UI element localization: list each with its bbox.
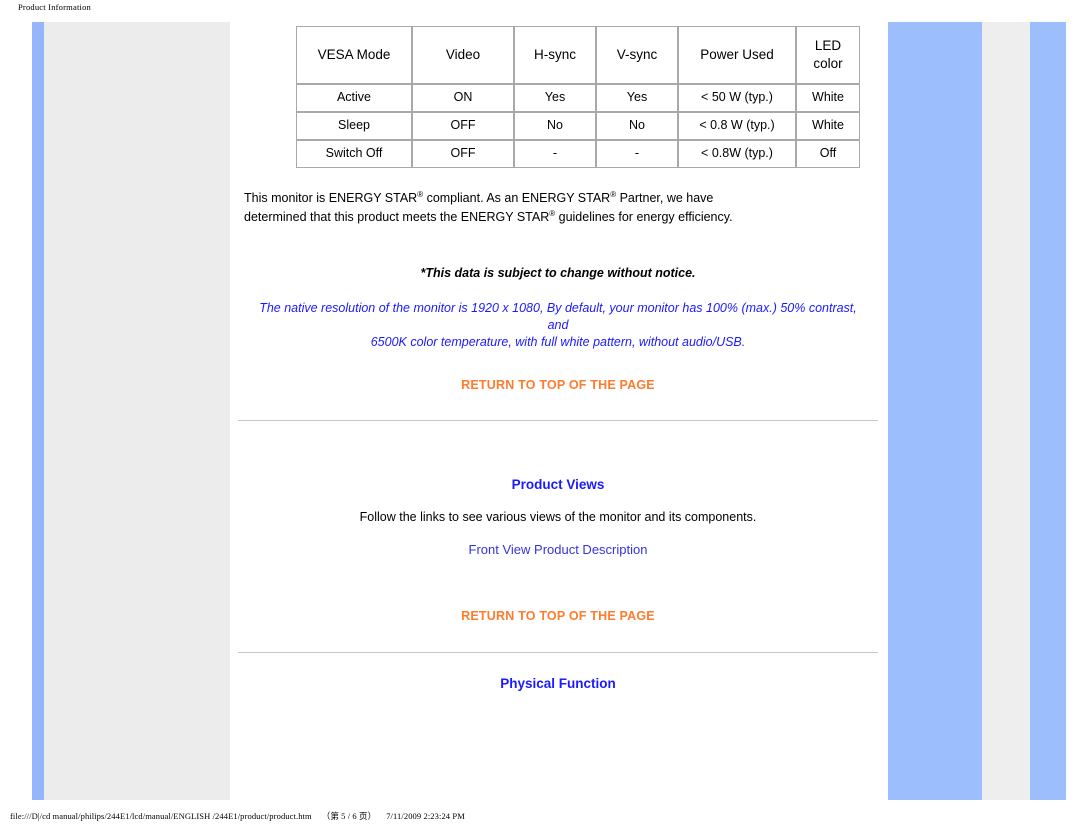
cell-vsync: -: [596, 140, 678, 168]
cell-mode: Switch Off: [296, 140, 412, 168]
led-header-line2: color: [813, 56, 843, 71]
energy-star-line2-a: determined that this product meets the E…: [244, 210, 550, 224]
front-view-product-description-link[interactable]: Front View Product Description: [232, 542, 884, 557]
right-blue-bar-outer: [1030, 22, 1066, 800]
cell-mode: Sleep: [296, 112, 412, 140]
print-footer: file:///D|/cd manual/philips/244E1/lcd/m…: [10, 810, 465, 822]
return-to-top-link[interactable]: RETURN TO TOP OF THE PAGE: [232, 609, 884, 623]
cell-video: ON: [412, 84, 514, 112]
energy-star-line1-b: compliant. As an ENERGY STAR: [423, 191, 611, 205]
table-header-row: VESA Mode Video H-sync V-sync Power Used…: [296, 26, 860, 84]
cell-hsync: -: [514, 140, 596, 168]
cell-mode: Active: [296, 84, 412, 112]
product-views-heading: Product Views: [511, 477, 605, 492]
table-row: Sleep OFF No No < 0.8 W (typ.) White: [296, 112, 860, 140]
table-header-hsync: H-sync: [514, 26, 596, 84]
return-to-top-link[interactable]: RETURN TO TOP OF THE PAGE: [232, 378, 884, 392]
left-gray-panel: [44, 22, 230, 800]
section-divider: [238, 420, 878, 421]
energy-star-line2-b: guidelines for energy efficiency.: [555, 210, 733, 224]
footer-timestamp: 7/11/2009 2:23:24 PM: [386, 811, 465, 821]
table-header-video: Video: [412, 26, 514, 84]
cell-led: Off: [796, 140, 860, 168]
product-views-description: Follow the links to see various views of…: [359, 510, 757, 524]
cell-video: OFF: [412, 140, 514, 168]
native-resolution-note: The native resolution of the monitor is …: [248, 300, 868, 351]
cell-hsync: No: [514, 112, 596, 140]
right-blue-bar-inner: [888, 22, 982, 800]
section-divider: [238, 652, 878, 653]
energy-star-line1-a: This monitor is ENERGY STAR: [244, 191, 418, 205]
power-management-table: VESA Mode Video H-sync V-sync Power Used…: [296, 26, 860, 168]
cell-hsync: Yes: [514, 84, 596, 112]
energy-star-line1-c: Partner, we have: [616, 191, 714, 205]
cell-power: < 0.8W (typ.): [678, 140, 796, 168]
table-row: Switch Off OFF - - < 0.8W (typ.) Off: [296, 140, 860, 168]
data-change-notice: *This data is subject to change without …: [420, 266, 696, 280]
right-gray-panel: [982, 22, 1030, 800]
left-blue-bar: [32, 22, 44, 800]
cell-led: White: [796, 84, 860, 112]
table-row: Active ON Yes Yes < 50 W (typ.) White: [296, 84, 860, 112]
cell-vsync: No: [596, 112, 678, 140]
physical-function-heading: Physical Function: [500, 676, 616, 691]
cell-vsync: Yes: [596, 84, 678, 112]
footer-page-number: （第 5 / 6 页）: [321, 811, 377, 821]
main-content: VESA Mode Video H-sync V-sync Power Used…: [232, 22, 884, 800]
print-header-title: Product Information: [18, 2, 91, 12]
cell-led: White: [796, 112, 860, 140]
footer-file-path: file:///D|/cd manual/philips/244E1/lcd/m…: [10, 811, 312, 821]
led-header-line1: LED: [814, 37, 842, 53]
native-note-line2: 6500K color temperature, with full white…: [370, 335, 746, 349]
table-header-vsync: V-sync: [596, 26, 678, 84]
table-header-led-color: LED color: [796, 26, 860, 84]
power-management-table-wrapper: VESA Mode Video H-sync V-sync Power Used…: [296, 26, 860, 168]
cell-power: < 0.8 W (typ.): [678, 112, 796, 140]
cell-power: < 50 W (typ.): [678, 84, 796, 112]
energy-star-paragraph: This monitor is ENERGY STAR® compliant. …: [244, 189, 874, 227]
native-note-line1: The native resolution of the monitor is …: [259, 301, 857, 332]
table-header-power-used: Power Used: [678, 26, 796, 84]
cell-video: OFF: [412, 112, 514, 140]
table-header-vesa-mode: VESA Mode: [296, 26, 412, 84]
